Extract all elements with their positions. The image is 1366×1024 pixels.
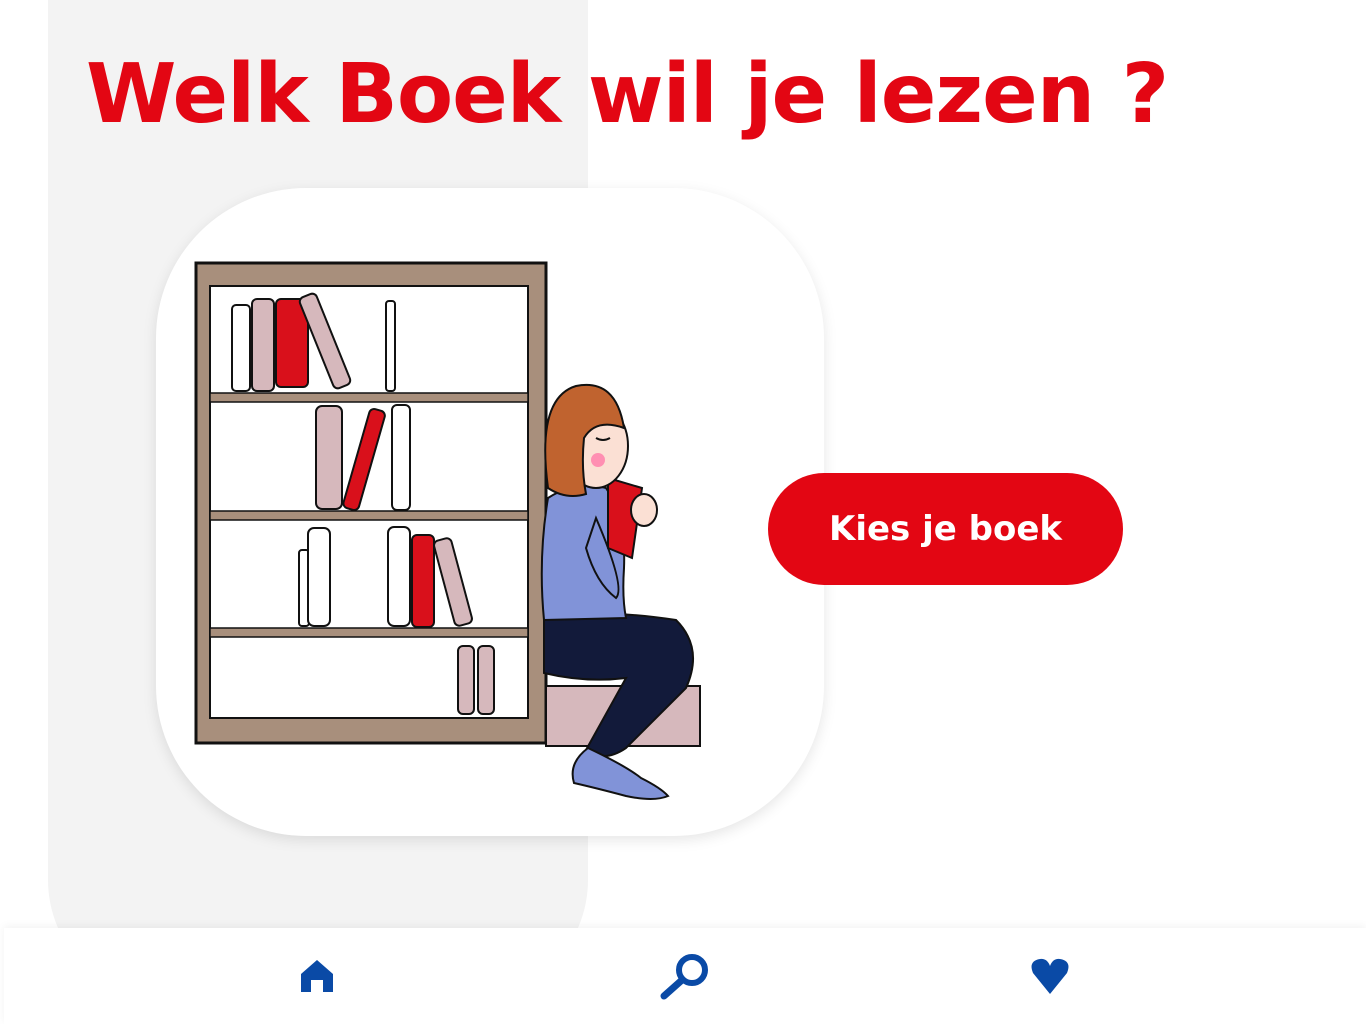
reading-girl-illustration [194, 261, 701, 800]
illustration-card [156, 188, 824, 836]
tab-search[interactable] [654, 946, 714, 1006]
home-icon [301, 960, 333, 992]
bottom-tab-bar [4, 928, 1366, 1024]
tab-home[interactable] [287, 946, 347, 1006]
page-title: Welk Boek wil je lezen ? [86, 47, 1169, 142]
heart-icon [1031, 958, 1069, 994]
tab-favorites[interactable] [1020, 946, 1080, 1006]
search-icon [660, 954, 708, 1000]
choose-book-button[interactable]: Kies je boek [768, 473, 1123, 585]
